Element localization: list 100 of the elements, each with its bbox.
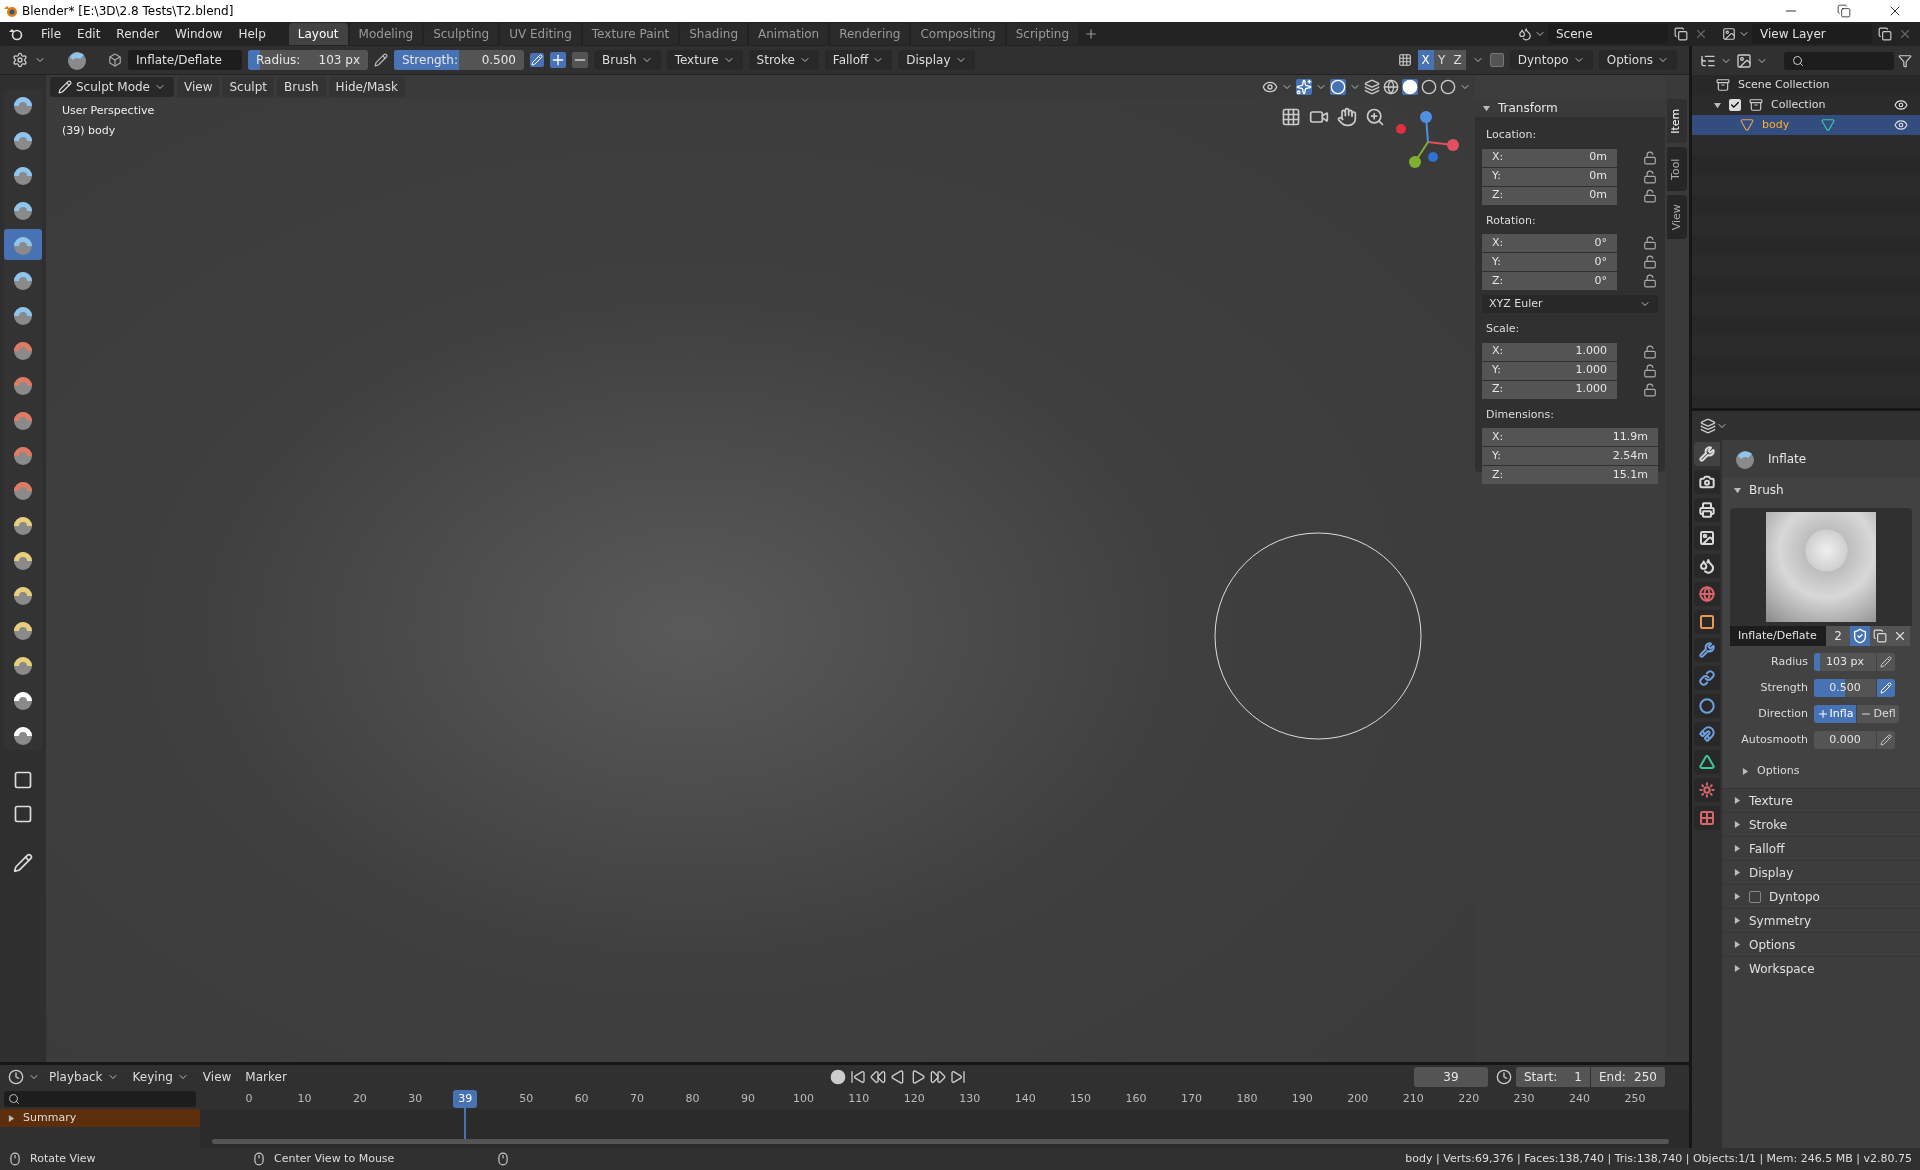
- panel-title[interactable]: Brush: [1749, 481, 1784, 499]
- unlocked-padlock-icon[interactable]: [1643, 382, 1657, 397]
- disclosure-triangle-icon[interactable]: [1483, 104, 1490, 112]
- viewport-menu[interactable]: View: [177, 77, 220, 97]
- editor-type-icon[interactable]: [8, 1069, 24, 1085]
- remove-icon[interactable]: [1898, 27, 1912, 41]
- search-field[interactable]: [1784, 51, 1894, 70]
- pressure-icon[interactable]: [1877, 653, 1895, 671]
- pan-icon[interactable]: [1337, 107, 1357, 127]
- editor-type-icon[interactable]: [12, 52, 28, 68]
- properties-tab[interactable]: [1694, 694, 1720, 718]
- editor-type-icon[interactable]: [1700, 417, 1716, 434]
- unlocked-padlock-icon[interactable]: [1643, 363, 1657, 378]
- brush-name-field[interactable]: Inflate/Deflate: [128, 50, 242, 70]
- brush-name-field[interactable]: Inflate/Deflate: [1730, 626, 1826, 646]
- next-keyframe-icon[interactable]: [929, 1069, 946, 1085]
- brush-preview[interactable]: [1730, 508, 1912, 626]
- panel-title[interactable]: Dyntopo: [1769, 887, 1820, 906]
- unlocked-padlock-icon[interactable]: [1643, 150, 1657, 165]
- properties-tab[interactable]: [1694, 722, 1720, 746]
- unlocked-padlock-icon[interactable]: [1643, 274, 1657, 288]
- strength-slider[interactable]: Strength: 0.500: [394, 50, 524, 70]
- record-icon[interactable]: [829, 1069, 846, 1085]
- sidebar-tab[interactable]: View: [1667, 195, 1687, 239]
- disclosure-triangle-icon[interactable]: [1734, 845, 1741, 852]
- unlocked-padlock-icon[interactable]: [1643, 188, 1657, 203]
- disclosure-triangle-icon[interactable]: [1734, 797, 1741, 804]
- workspace-tab[interactable]: Modeling: [349, 23, 423, 45]
- rotation-mode-dropdown[interactable]: XYZ Euler: [1482, 295, 1658, 313]
- properties-tab[interactable]: [1694, 778, 1720, 802]
- workspace-tab[interactable]: Texture Paint: [582, 23, 679, 45]
- visibility-icon[interactable]: [1894, 98, 1908, 112]
- number-field[interactable]: X: 1.000: [1482, 342, 1617, 361]
- tree-row[interactable]: body: [1692, 115, 1920, 135]
- pressure-icon[interactable]: [374, 53, 388, 67]
- panel-title[interactable]: Workspace: [1749, 959, 1815, 978]
- dyntopo-dropdown[interactable]: Dyntopo: [1509, 50, 1593, 70]
- workspace-tab[interactable]: Rendering: [830, 23, 910, 45]
- xray-icon[interactable]: [1364, 79, 1380, 95]
- disclosure-triangle-icon[interactable]: [8, 1114, 15, 1122]
- axis-toggle[interactable]: X: [1417, 50, 1434, 70]
- start-frame-field[interactable]: Start: 1: [1516, 1067, 1590, 1087]
- end-frame-field[interactable]: End: 250: [1591, 1067, 1665, 1087]
- panel-title[interactable]: Symmetry: [1749, 911, 1812, 930]
- header-dropdown[interactable]: Brush: [594, 50, 661, 70]
- properties-tab[interactable]: [1694, 526, 1720, 550]
- timeline-menu[interactable]: Keying: [127, 1068, 194, 1086]
- sidebar-tab[interactable]: Item: [1667, 99, 1687, 143]
- copy-icon[interactable]: [1674, 27, 1688, 41]
- disclosure-triangle-icon[interactable]: [1714, 101, 1721, 109]
- copy-icon[interactable]: [1878, 27, 1892, 41]
- disclosure-triangle-icon[interactable]: [1734, 965, 1741, 972]
- filter-icon[interactable]: [1898, 53, 1912, 68]
- add-workspace-icon[interactable]: [1084, 27, 1099, 41]
- tree-row[interactable]: Collection: [1692, 95, 1920, 115]
- unlocked-padlock-icon[interactable]: [1643, 169, 1657, 184]
- header-dropdown[interactable]: Display: [898, 50, 975, 70]
- properties-tab[interactable]: [1694, 806, 1720, 830]
- properties-tab[interactable]: [1694, 666, 1720, 690]
- scrollbar[interactable]: [212, 1139, 1669, 1144]
- visibility-icon[interactable]: [1894, 118, 1908, 132]
- subtract-icon[interactable]: [572, 52, 588, 68]
- display-mode-icon[interactable]: [1736, 52, 1752, 69]
- value-slider[interactable]: 0.500: [1814, 679, 1876, 697]
- pressure-icon[interactable]: [1877, 679, 1895, 697]
- disclosure-triangle-icon[interactable]: [1742, 767, 1749, 775]
- disclosure-triangle-icon[interactable]: [1734, 893, 1741, 900]
- sidebar-tab[interactable]: Tool: [1667, 147, 1687, 191]
- jump-start-icon[interactable]: [849, 1069, 866, 1085]
- user-count[interactable]: 2: [1826, 626, 1850, 646]
- unlocked-padlock-icon[interactable]: [1643, 236, 1657, 250]
- scene-field[interactable]: Scene: [1548, 24, 1668, 44]
- tree-item[interactable]: Scene Collection: [1738, 76, 1830, 94]
- options-dropdown[interactable]: Options: [1598, 50, 1677, 70]
- workspace-tab[interactable]: Compositing: [911, 23, 1005, 45]
- number-field[interactable]: Y: 0m: [1482, 167, 1617, 186]
- properties-tab[interactable]: [1694, 610, 1720, 634]
- subpanel-title[interactable]: Options: [1757, 762, 1800, 780]
- number-field[interactable]: Z: 0°: [1482, 272, 1617, 290]
- header-dropdown[interactable]: Falloff: [824, 50, 893, 70]
- disclosure-triangle-icon[interactable]: [1734, 869, 1741, 876]
- properties-tab[interactable]: [1694, 638, 1720, 662]
- number-field[interactable]: Y: 0°: [1482, 253, 1617, 271]
- direction-option[interactable]: Infla: [1814, 705, 1856, 723]
- app-logo-icon[interactable]: [8, 27, 24, 41]
- workspace-tab[interactable]: Animation: [749, 23, 829, 45]
- number-field[interactable]: Y: 2.54m: [1482, 447, 1658, 465]
- menu-item[interactable]: Edit: [70, 25, 108, 43]
- panel-title[interactable]: Falloff: [1749, 839, 1785, 858]
- timeline-menu[interactable]: View: [197, 1068, 237, 1086]
- mode-dropdown[interactable]: Sculpt Mode: [50, 77, 174, 97]
- panel-title[interactable]: Options: [1749, 935, 1796, 954]
- direction-option[interactable]: Defl: [1857, 705, 1899, 723]
- disclosure-triangle-icon[interactable]: [1734, 486, 1741, 494]
- collection-checkbox[interactable]: [1729, 99, 1741, 111]
- material-shading-icon[interactable]: [1421, 79, 1437, 95]
- wireframe-shading-icon[interactable]: [1383, 79, 1399, 95]
- dyntopo-checkbox[interactable]: [1489, 53, 1504, 67]
- menu-item[interactable]: Render: [109, 25, 167, 43]
- fake-user-icon[interactable]: [1850, 626, 1870, 646]
